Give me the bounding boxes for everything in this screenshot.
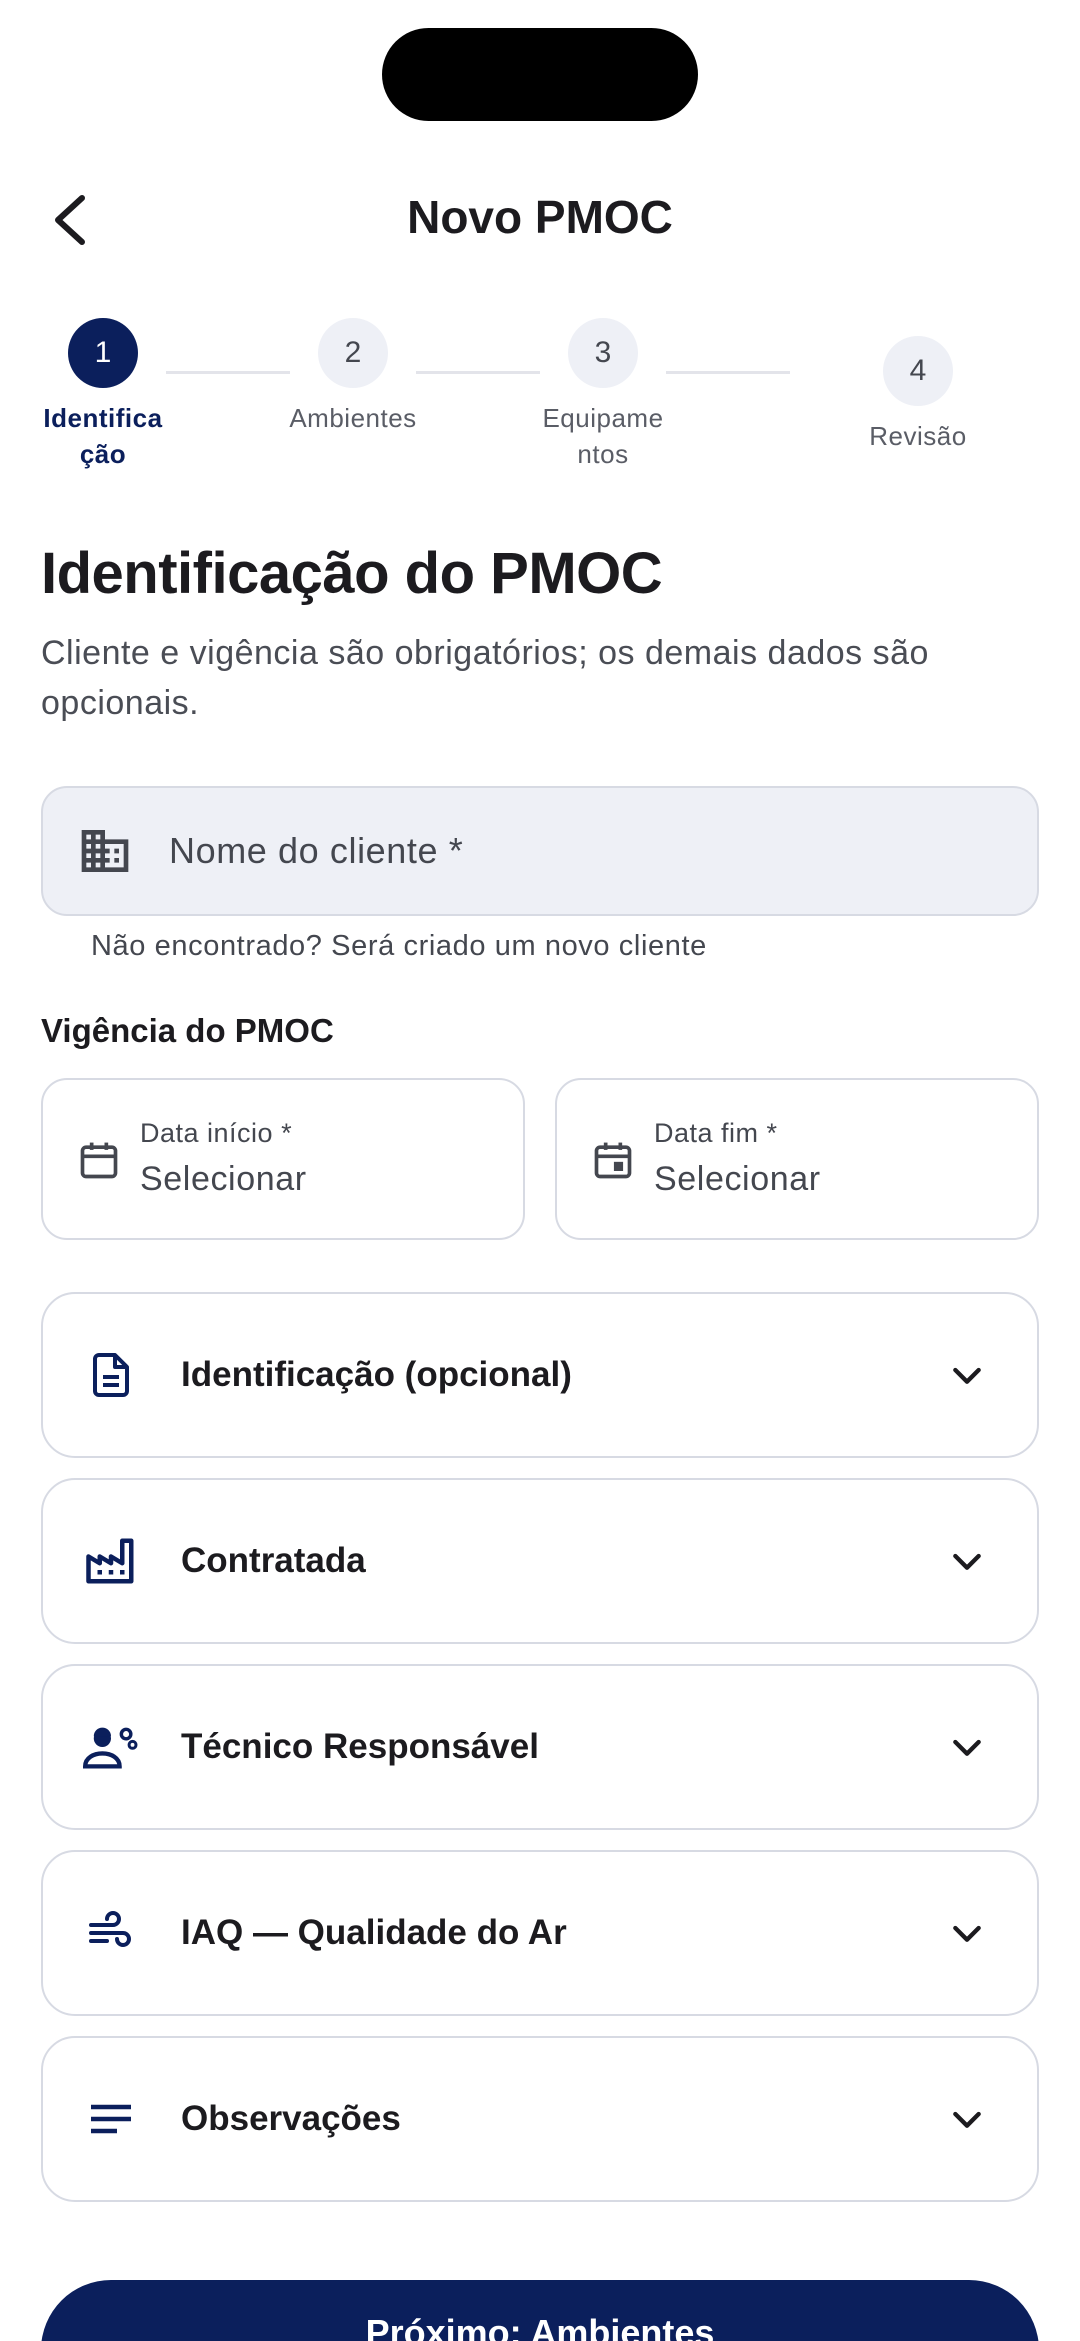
- step-connector: [666, 371, 790, 374]
- factory-icon: [83, 1533, 139, 1589]
- technician-icon: [83, 1719, 139, 1775]
- client-name-field[interactable]: [41, 786, 1039, 916]
- step-connector: [416, 371, 540, 374]
- accordion-label: Contratada: [181, 1541, 366, 1580]
- end-date-field[interactable]: Data fim * Selecionar: [555, 1078, 1039, 1240]
- step-number: 2: [318, 318, 388, 388]
- page-title: Novo PMOC: [407, 191, 673, 243]
- start-date-value: Selecionar: [140, 1160, 307, 1198]
- accordion-contratada[interactable]: Contratada: [41, 1478, 1039, 1644]
- accordion-identificacao[interactable]: Identificação (opcional): [41, 1292, 1039, 1458]
- chevron-down-icon: [953, 1925, 981, 1942]
- accordion-tecnico[interactable]: Técnico Responsável: [41, 1664, 1039, 1830]
- next-button[interactable]: Próximo: Ambientes: [41, 2280, 1039, 2341]
- step-connector: [166, 371, 290, 374]
- step-label: Identificação: [43, 403, 163, 469]
- step-label: Ambientes: [289, 403, 417, 433]
- calendar-event-icon: [594, 1142, 632, 1179]
- stepper: 1 Identificação 2 Ambientes 3 Equipament…: [0, 318, 1080, 478]
- accordion-label: Observações: [181, 2099, 401, 2138]
- section-subtitle: Cliente e vigência são obrigatórios; os …: [41, 634, 929, 722]
- accordion-label: IAQ — Qualidade do Ar: [181, 1913, 567, 1952]
- vigencia-label: Vigência do PMOC: [41, 1012, 334, 1049]
- end-date-label: Data fim *: [654, 1118, 778, 1148]
- chevron-down-icon: [953, 2111, 981, 2128]
- chevron-down-icon: [953, 1553, 981, 1570]
- start-date-label: Data início *: [140, 1118, 293, 1148]
- step-label: Revisão: [869, 421, 967, 451]
- camera-cutout: [382, 28, 698, 121]
- client-name-input[interactable]: [169, 830, 969, 872]
- step-ambientes[interactable]: 2 Ambientes: [273, 318, 433, 436]
- screen: Novo PMOC 1 Identificação 2 Ambientes 3 …: [0, 0, 1080, 2341]
- calendar-icon: [80, 1142, 118, 1179]
- notes-icon: [83, 2091, 139, 2147]
- end-date-value: Selecionar: [654, 1160, 821, 1198]
- accordion-observacoes[interactable]: Observações: [41, 2036, 1039, 2202]
- chevron-down-icon: [953, 1739, 981, 1756]
- step-label: Equipamentos: [542, 403, 664, 469]
- chevron-down-icon: [953, 1367, 981, 1384]
- app-bar: Novo PMOC: [0, 160, 1080, 280]
- step-identificacao[interactable]: 1 Identificação: [23, 318, 183, 472]
- step-number: 3: [568, 318, 638, 388]
- building-icon: [81, 830, 129, 872]
- accordion-iaq[interactable]: IAQ — Qualidade do Ar: [41, 1850, 1039, 2016]
- accordion-label: Identificação (opcional): [181, 1355, 572, 1394]
- client-helper-text: Não encontrado? Será criado um novo clie…: [91, 930, 707, 962]
- document-icon: [83, 1347, 139, 1403]
- step-number: 4: [883, 336, 953, 406]
- section-title: Identificação do PMOC: [41, 541, 663, 606]
- accordion-label: Técnico Responsável: [181, 1727, 539, 1766]
- start-date-field[interactable]: Data início * Selecionar: [41, 1078, 525, 1240]
- step-revisao[interactable]: 4 Revisão: [838, 336, 998, 454]
- step-equipamentos[interactable]: 3 Equipamentos: [523, 318, 683, 472]
- air-icon: [83, 1905, 139, 1961]
- step-number: 1: [68, 318, 138, 388]
